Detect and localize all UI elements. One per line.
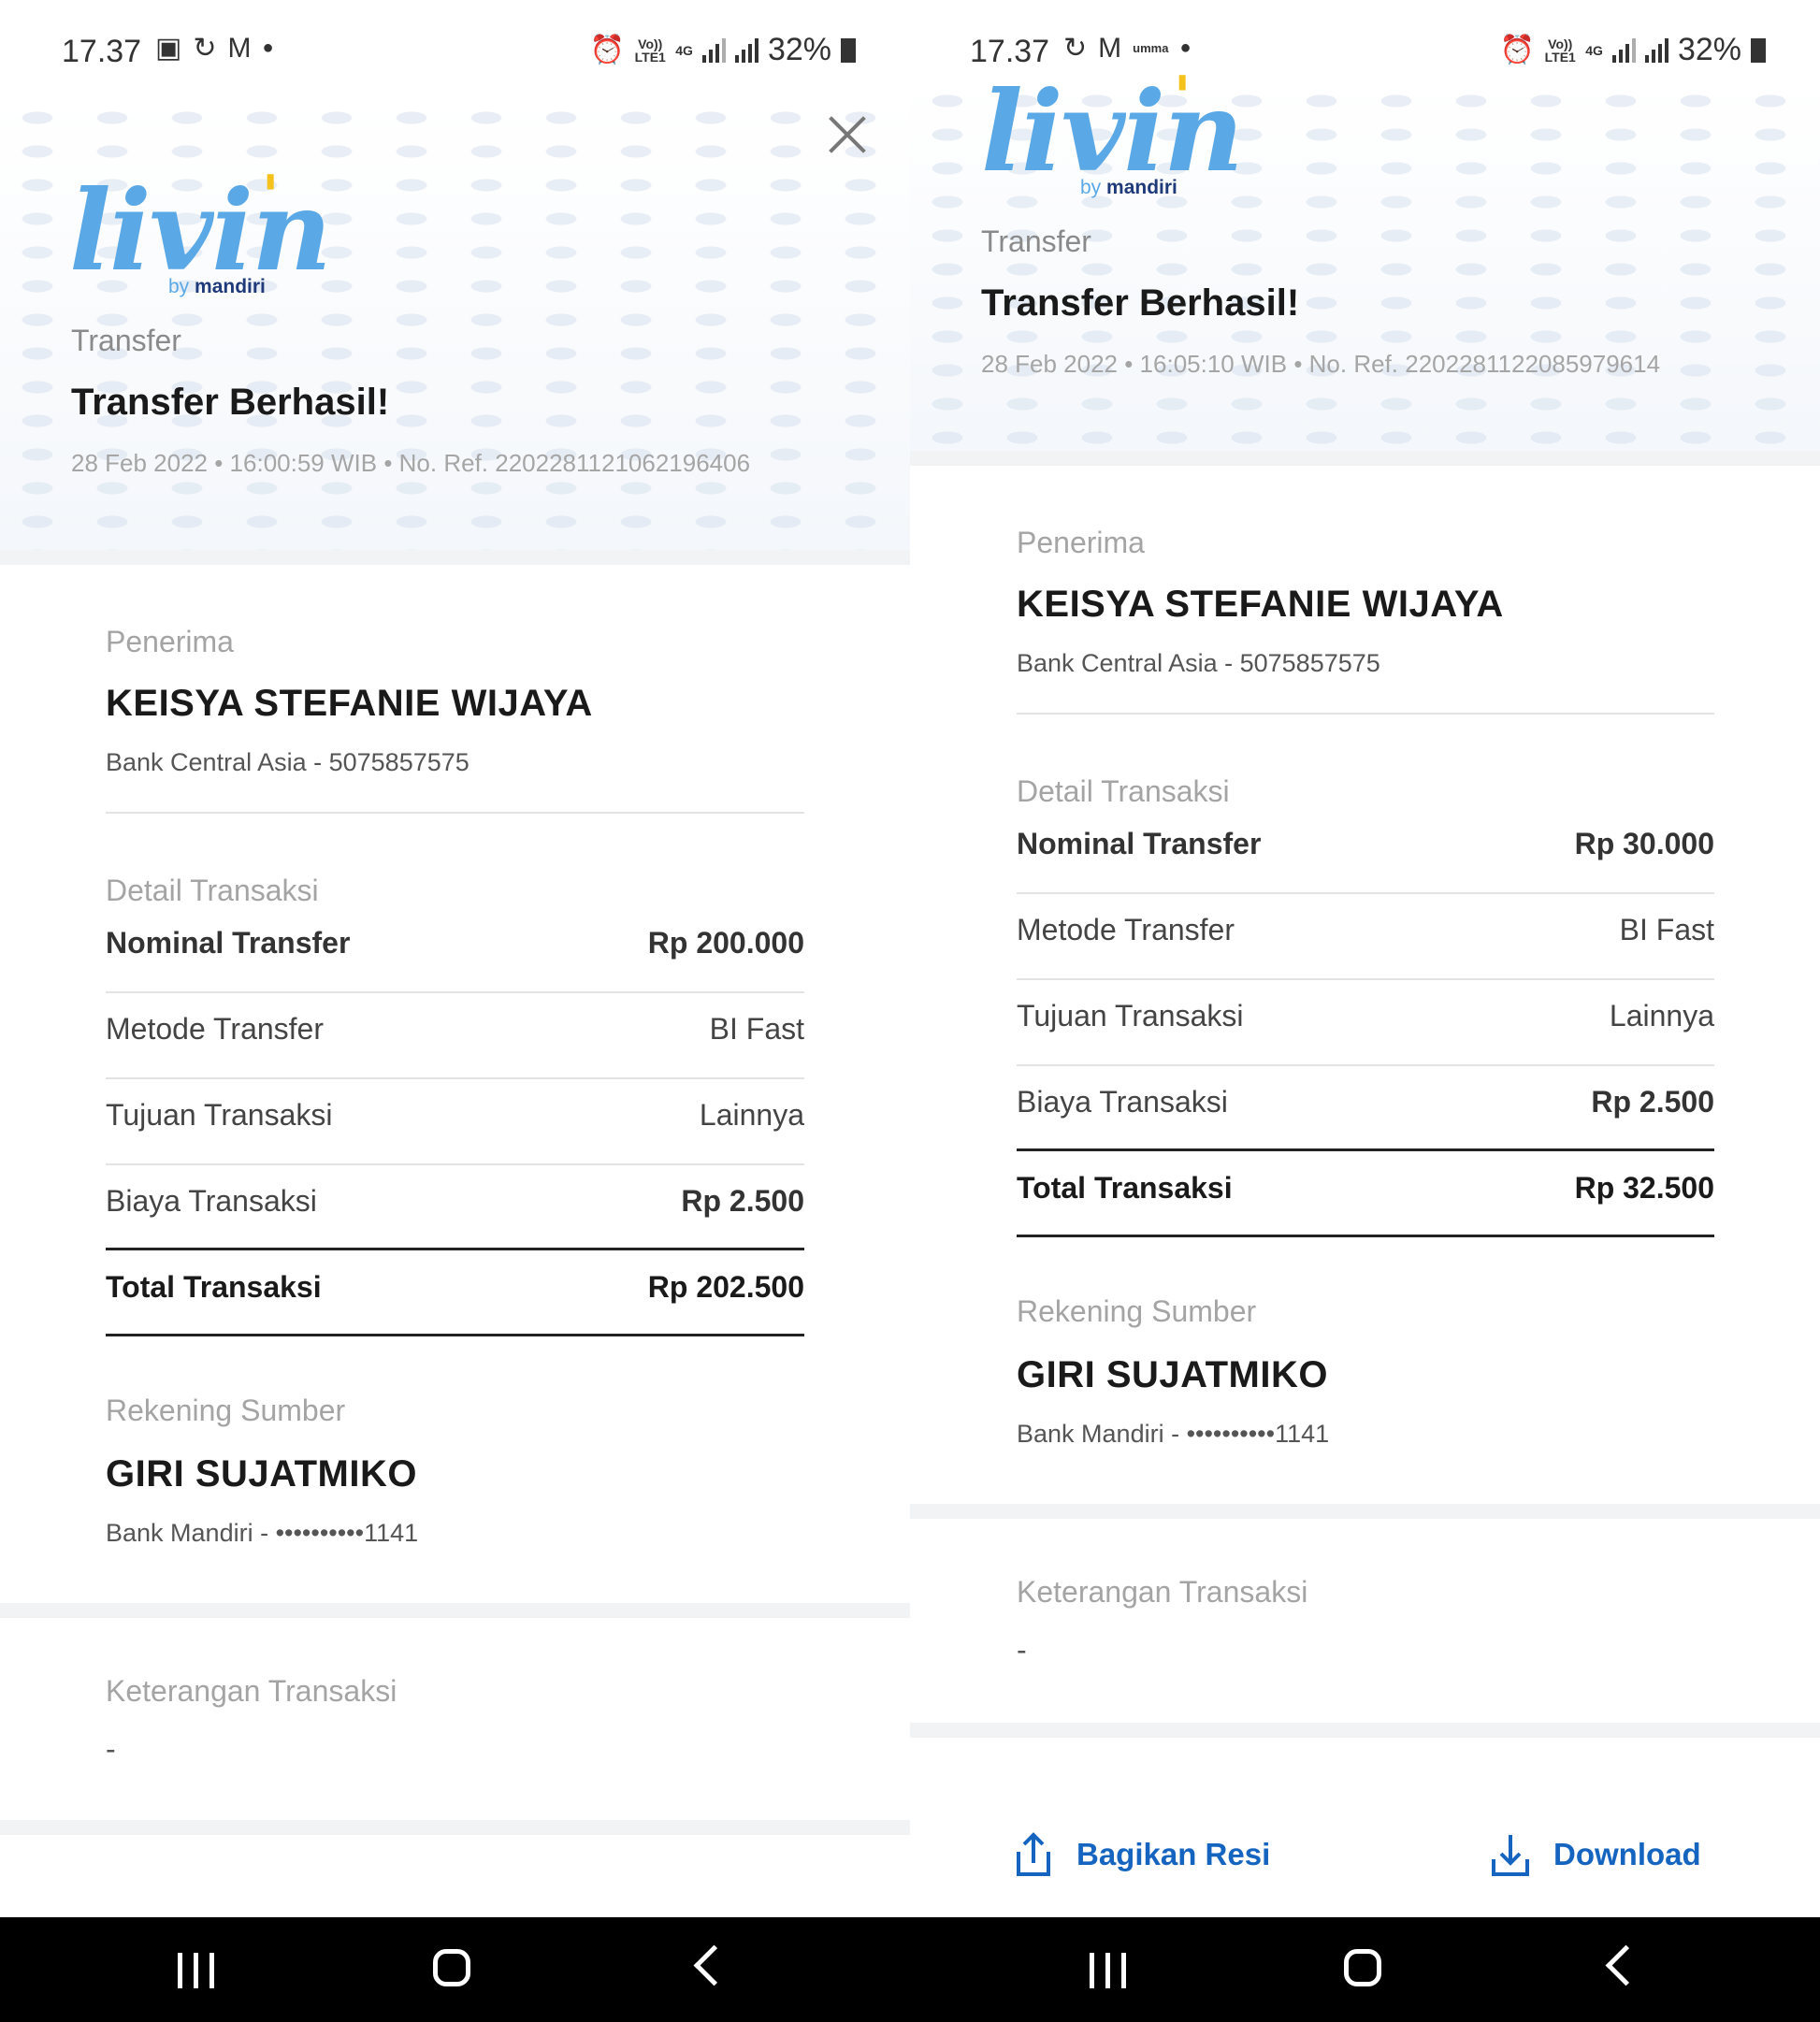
transaction-meta: 28 Feb 2022 • 16:05:10 WIB • No. Ref. 22… xyxy=(981,350,1661,378)
battery-percent: 32% xyxy=(1677,32,1741,67)
recipient-bank: Bank Central Asia - 5075857575 xyxy=(106,748,469,776)
battery-percent: 32% xyxy=(767,32,831,67)
divider xyxy=(106,812,804,814)
status-bar: 17.37 ▣ ↻ M ● ⏰ Vo)) LTE1 4G 32% xyxy=(0,0,910,101)
home-icon[interactable] xyxy=(1344,1949,1381,1986)
details-label: Detail Transaksi xyxy=(1017,774,1230,808)
nav-bar xyxy=(910,1917,1820,2022)
source-name: GIRI SUJATMIKO xyxy=(106,1453,417,1495)
alarm-icon: ⏰ xyxy=(589,35,626,65)
detail-row: Biaya Transaksi Rp 2.500 xyxy=(106,1184,804,1218)
status-time: 17.37 xyxy=(970,34,1050,69)
sync-icon: ↻ xyxy=(1063,33,1088,64)
divider xyxy=(1017,1148,1714,1151)
notes-label: Keterangan Transaksi xyxy=(106,1674,397,1708)
section-divider xyxy=(0,1820,910,1835)
share-icon xyxy=(1017,1832,1050,1876)
receipt-screen-left: 17.37 ▣ ↻ M ● ⏰ Vo)) LTE1 4G 32% livin '… xyxy=(0,0,910,2022)
divider xyxy=(1017,713,1714,715)
details-label: Detail Transaksi xyxy=(106,874,319,907)
page-title: Transfer Berhasil! xyxy=(71,382,390,423)
back-icon[interactable] xyxy=(1605,1944,1647,1986)
source-bank: Bank Mandiri - ••••••••••1141 xyxy=(1017,1420,1330,1448)
signal-icon xyxy=(734,37,758,63)
section-divider xyxy=(0,1603,910,1618)
logo-accent: ' xyxy=(1174,65,1191,130)
transaction-category: Transfer xyxy=(71,324,181,357)
total-row: Total Transaksi Rp 202.500 xyxy=(106,1270,804,1304)
status-time: 17.37 xyxy=(62,34,142,69)
logo-accent: ' xyxy=(262,164,279,229)
gallery-icon: ▣ xyxy=(155,33,182,64)
detail-row: Metode Transfer BI Fast xyxy=(106,1012,804,1046)
signal-icon xyxy=(1611,37,1636,63)
share-receipt-label: Bagikan Resi xyxy=(1076,1837,1271,1871)
divider xyxy=(1017,1235,1714,1237)
divider xyxy=(106,1077,804,1079)
home-icon[interactable] xyxy=(433,1949,470,1986)
volte-icon: Vo)) LTE1 xyxy=(634,36,666,65)
back-icon[interactable] xyxy=(693,1944,735,1986)
source-bank: Bank Mandiri - ••••••••••1141 xyxy=(106,1519,419,1547)
signal-icon xyxy=(1644,37,1668,63)
detail-row: Nominal Transfer Rp 30.000 xyxy=(1017,827,1714,860)
source-name: GIRI SUJATMIKO xyxy=(1017,1354,1328,1395)
recipient-label: Penerima xyxy=(106,625,234,658)
close-icon[interactable] xyxy=(829,116,866,153)
transaction-meta: 28 Feb 2022 • 16:00:59 WIB • No. Ref. 22… xyxy=(71,449,751,477)
share-receipt-button[interactable]: Bagikan Resi xyxy=(1011,1831,1270,1878)
section-divider xyxy=(0,550,910,565)
signal-icon xyxy=(701,37,726,63)
detail-row: Nominal Transfer Rp 200.000 xyxy=(106,926,804,960)
recipient-name: KEISYA STEFANIE WIJAYA xyxy=(1017,584,1504,625)
recent-apps-icon[interactable] xyxy=(1090,1953,1126,1988)
notes-label: Keterangan Transaksi xyxy=(1017,1575,1308,1609)
detail-row: Tujuan Transaksi Lainnya xyxy=(1017,999,1714,1033)
notes-value: - xyxy=(106,1732,116,1766)
divider xyxy=(1017,978,1714,980)
battery-icon xyxy=(841,37,856,63)
section-divider xyxy=(910,1504,1820,1519)
divider xyxy=(106,991,804,993)
divider xyxy=(1017,892,1714,894)
dot-icon: ● xyxy=(262,37,274,58)
page-title: Transfer Berhasil! xyxy=(981,282,1300,324)
download-icon xyxy=(1492,1835,1529,1876)
livin-logo: livin ' by mandiri xyxy=(981,65,1244,198)
battery-icon xyxy=(1751,37,1766,63)
source-label: Rekening Sumber xyxy=(1017,1294,1257,1328)
recipient-bank: Bank Central Asia - 5075857575 xyxy=(1017,649,1380,677)
gmail-icon: M xyxy=(227,32,252,64)
section-divider xyxy=(910,1723,1820,1738)
transaction-category: Transfer xyxy=(981,224,1091,258)
download-label: Download xyxy=(1553,1837,1701,1871)
recent-apps-icon[interactable] xyxy=(178,1953,214,1988)
total-row: Total Transaksi Rp 32.500 xyxy=(1017,1171,1714,1205)
dot-icon: ● xyxy=(1179,37,1192,58)
umma-icon: umma xyxy=(1133,40,1169,55)
divider xyxy=(106,1248,804,1250)
recipient-label: Penerima xyxy=(1017,526,1145,559)
section-divider xyxy=(910,451,1820,466)
recipient-name: KEISYA STEFANIE WIJAYA xyxy=(106,683,593,724)
nav-bar xyxy=(0,1917,910,2022)
divider xyxy=(1017,1064,1714,1066)
download-button[interactable]: Download xyxy=(1488,1831,1701,1878)
sync-icon: ↻ xyxy=(193,33,217,64)
gmail-icon: M xyxy=(1098,32,1122,64)
detail-row: Tujuan Transaksi Lainnya xyxy=(106,1098,804,1132)
detail-row: Metode Transfer BI Fast xyxy=(1017,913,1714,946)
alarm-icon: ⏰ xyxy=(1499,35,1536,65)
receipt-screen-right: 17.37 ↻ M umma ● ⏰ Vo)) LTE1 4G 32% livi… xyxy=(910,0,1820,2022)
notes-value: - xyxy=(1017,1633,1027,1667)
livin-logo: livin ' by mandiri xyxy=(69,164,332,297)
divider xyxy=(106,1334,804,1336)
detail-row: Biaya Transaksi Rp 2.500 xyxy=(1017,1085,1714,1119)
network-type-icon: 4G xyxy=(675,42,693,58)
network-type-icon: 4G xyxy=(1585,42,1603,58)
volte-icon: Vo)) LTE1 xyxy=(1544,36,1576,65)
divider xyxy=(106,1163,804,1165)
source-label: Rekening Sumber xyxy=(106,1394,346,1427)
